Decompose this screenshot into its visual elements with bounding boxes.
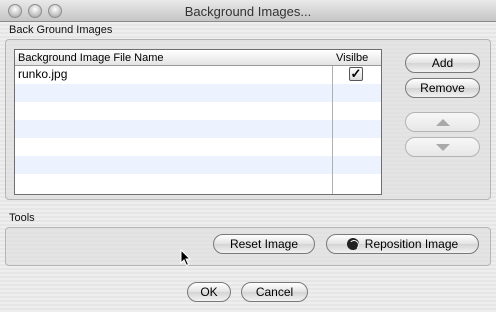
cancel-button[interactable]: Cancel (241, 282, 308, 302)
triangle-up-icon (435, 119, 450, 126)
globe-icon (346, 238, 359, 250)
table-row-empty (15, 174, 381, 192)
table-row-empty (15, 102, 381, 120)
visible-checkbox[interactable]: ✓ (349, 67, 363, 81)
move-up-button[interactable] (405, 112, 480, 132)
triangle-down-icon (435, 144, 450, 151)
reposition-image-button[interactable]: Reposition Image (326, 234, 479, 254)
table-header: Background Image File Name Visilbe (15, 50, 381, 66)
column-header-file-name[interactable]: Background Image File Name (18, 52, 164, 64)
tools-section-label: Tools (9, 212, 35, 224)
mouse-pointer-icon (180, 249, 192, 267)
add-button[interactable]: Add (405, 53, 480, 73)
window-title: Background Images... (184, 4, 312, 19)
title-bar[interactable]: Background Images... (0, 0, 496, 22)
ok-button[interactable]: OK (187, 282, 231, 302)
table-row[interactable]: runko.jpg ✓ (15, 66, 381, 84)
table-row-empty (15, 156, 381, 174)
background-images-table[interactable]: runko.jpg ✓ Background Image File Name V… (14, 49, 382, 195)
reposition-image-label: Reposition Image (364, 237, 459, 251)
column-divider (332, 50, 333, 194)
background-images-section-label: Back Ground Images (9, 24, 113, 36)
table-row-empty (15, 138, 381, 156)
column-header-visible[interactable]: Visilbe (336, 52, 368, 64)
file-name-cell: runko.jpg (18, 67, 68, 81)
table-row-empty (15, 120, 381, 138)
move-down-button[interactable] (405, 137, 480, 157)
table-row-empty (15, 84, 381, 102)
remove-button[interactable]: Remove (405, 78, 480, 98)
reset-image-button[interactable]: Reset Image (213, 234, 315, 254)
